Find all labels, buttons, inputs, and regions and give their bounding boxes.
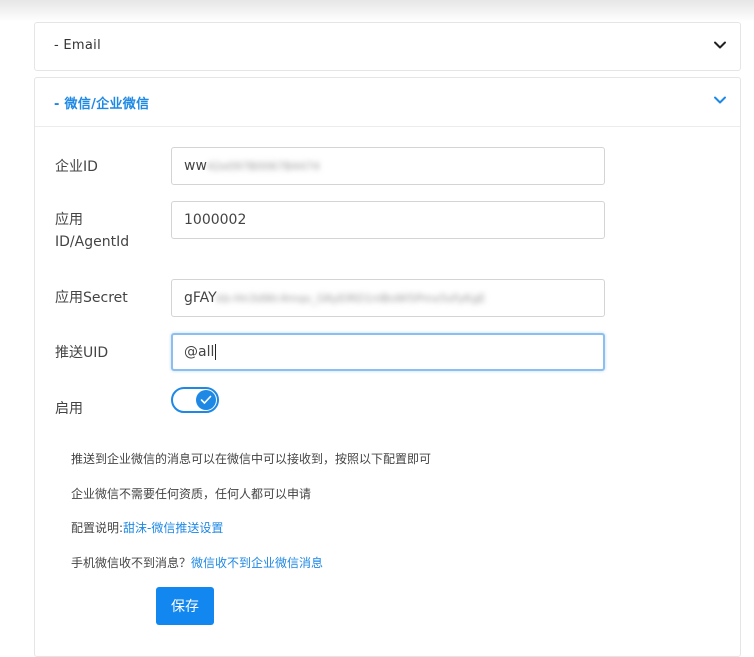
- note-line3: 配置说明:甜沫-微信推送设置: [71, 519, 223, 536]
- agent-id-label-line1: 应用: [55, 212, 83, 228]
- top-shadow: [0, 0, 754, 22]
- email-panel-header[interactable]: - Email: [35, 23, 740, 71]
- agent-id-value: 1000002: [184, 212, 247, 228]
- email-panel: - Email: [34, 22, 741, 71]
- save-button[interactable]: 保存: [156, 587, 214, 625]
- agent-id-label-line2: ID/AgentId: [55, 234, 130, 250]
- note-line4: 手机微信收不到消息？微信收不到企业微信消息: [71, 554, 323, 571]
- toggle-knob: [196, 390, 216, 410]
- enable-toggle[interactable]: [171, 387, 219, 413]
- agent-id-input[interactable]: 1000002: [171, 201, 605, 239]
- agent-id-label: 应用 ID/AgentId: [55, 209, 129, 253]
- chevron-down-icon[interactable]: [712, 37, 728, 53]
- check-icon: [200, 395, 212, 404]
- push-uid-label: 推送UID: [55, 345, 109, 361]
- chevron-down-icon[interactable]: [712, 92, 728, 108]
- secret-blurred-value: kb-Hn3dWc4mqv_GKyEIRD1nlBsWl5Pmx5sFyKgE: [216, 292, 486, 305]
- wechat-panel-header[interactable]: - 微信/企业微信: [35, 78, 740, 127]
- email-panel-title: - Email: [54, 38, 101, 53]
- text-caret: [215, 344, 217, 360]
- wechat-panel: - 微信/企业微信 企业ID ww42e097B0067B4474 应用 ID/…: [34, 77, 741, 657]
- corp-id-value: ww: [184, 158, 207, 174]
- wechat-panel-title: - 微信/企业微信: [54, 97, 150, 112]
- note-line1: 推送到企业微信的消息可以在微信中可以接收到，按照以下配置即可: [71, 452, 432, 466]
- corp-id-label: 企业ID: [55, 159, 98, 175]
- note-line4-prefix: 手机微信收不到消息？: [71, 556, 192, 570]
- push-uid-input[interactable]: @all: [171, 333, 605, 371]
- secret-value: gFAY: [184, 290, 217, 306]
- corp-id-input[interactable]: ww42e097B0067B4474: [171, 147, 605, 185]
- secret-label: 应用Secret: [55, 290, 128, 306]
- push-uid-value: @all: [184, 344, 215, 360]
- secret-input[interactable]: gFAYkb-Hn3dWc4mqv_GKyEIRD1nlBsWl5Pmx5sFy…: [171, 279, 605, 317]
- wechat-push-settings-link[interactable]: 甜沫-微信推送设置: [123, 521, 223, 535]
- note-line2: 企业微信不需要任何资质，任何人都可以申请: [71, 487, 312, 501]
- corp-id-blurred-value: 42e097B0067B4474: [206, 160, 320, 173]
- enable-label: 启用: [55, 401, 83, 417]
- note-line3-prefix: 配置说明:: [71, 521, 124, 535]
- wechat-no-message-link[interactable]: 微信收不到企业微信消息: [191, 556, 323, 570]
